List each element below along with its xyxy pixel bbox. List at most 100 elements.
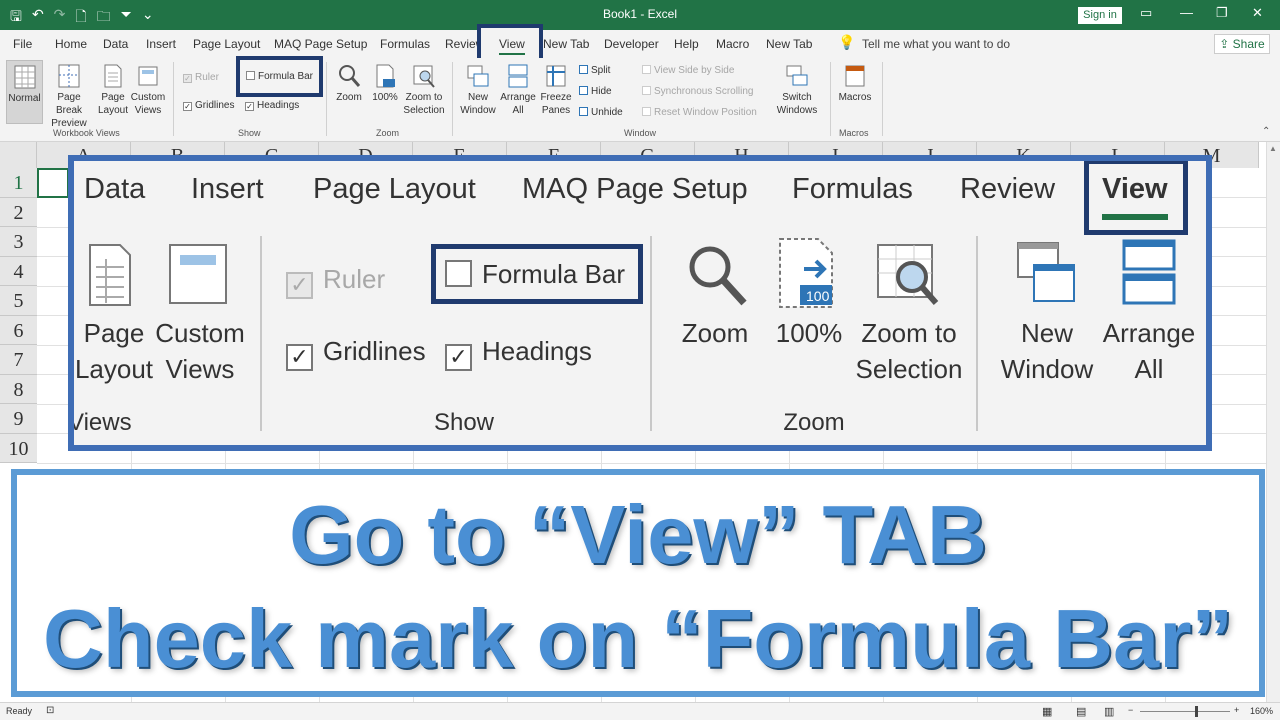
new-window-icon — [467, 65, 489, 87]
gridlines-label: Gridlines — [195, 100, 235, 111]
gridlines-checkbox[interactable]: ✓ Gridlines — [183, 100, 234, 111]
zoom-new-label: New — [1020, 318, 1073, 348]
page-layout-view-button[interactable]: Page Layout — [98, 63, 128, 117]
tab-macro[interactable]: Macro — [716, 37, 749, 51]
row-header[interactable]: 5 — [0, 286, 37, 316]
zoom-selection-label: Selection — [855, 354, 963, 384]
page-break-view-icon[interactable]: ▥ — [1104, 705, 1114, 718]
row-header[interactable]: 10 — [0, 433, 37, 463]
zoom-100-label: 100% — [775, 318, 843, 348]
split-label: Split — [591, 65, 611, 76]
new-window-button[interactable]: New Window — [458, 63, 498, 117]
zoom-tab-review: Review — [960, 173, 1056, 205]
zoomed-ribbon-callout: Data Insert Page Layout MAQ Page Setup F… — [68, 155, 1212, 451]
arrange-all-button[interactable]: Arrange All — [498, 63, 538, 117]
tab-file[interactable]: File — [13, 37, 32, 51]
restore-icon[interactable]: ❐ — [1216, 5, 1228, 21]
custom-views-button[interactable]: Custom Views — [130, 63, 166, 117]
reset-pos-label: Reset Window Position — [654, 107, 757, 118]
select-all-corner[interactable] — [0, 142, 37, 168]
zoom-custom-label: Custom — [155, 318, 245, 348]
view-side-by-side-button[interactable]: View Side by Side — [642, 65, 734, 76]
row-header[interactable]: 3 — [0, 227, 37, 257]
status-bar: Ready ⊡ ▦ ▤ ▥ − + 160% — [0, 702, 1280, 720]
macros-label: Macros — [838, 92, 872, 103]
hide-button[interactable]: Hide — [579, 86, 612, 97]
zoom-zoom-to-label: Zoom to — [861, 318, 957, 348]
minimize-icon[interactable]: — — [1180, 5, 1193, 20]
formula-bar-highlight[interactable]: Formula Bar — [236, 56, 323, 97]
scroll-up-icon[interactable]: ▲ — [1269, 144, 1277, 153]
tab-page-layout[interactable]: Page Layout — [193, 37, 260, 51]
zoom-button[interactable]: Zoom — [334, 63, 364, 104]
vertical-scrollbar[interactable]: ▲ — [1266, 142, 1280, 702]
reset-window-position-button[interactable]: Reset Window Position — [642, 107, 757, 118]
zoom-100-label: 100% — [372, 92, 398, 103]
share-button[interactable]: ⇪ Share — [1214, 34, 1270, 54]
zoom-slider[interactable] — [1140, 706, 1230, 717]
active-cell[interactable] — [37, 168, 69, 198]
ribbon-display-icon[interactable]: ▭ — [1140, 5, 1152, 21]
row-header[interactable]: 7 — [0, 345, 37, 375]
tab-maq-page-setup[interactable]: MAQ Page Setup — [274, 37, 367, 51]
formula-bar-checkbox[interactable]: Formula Bar — [246, 71, 313, 82]
sign-in-button[interactable]: Sign in — [1078, 7, 1122, 24]
zoom-out-icon[interactable]: − — [1128, 705, 1133, 715]
zoom-tab-page-layout: Page Layout — [313, 173, 476, 205]
zoom-to-selection-label: Zoom to Selection — [844, 315, 974, 387]
unhide-button[interactable]: Unhide — [579, 107, 623, 118]
tab-view[interactable]: View — [499, 37, 525, 51]
headings-label: Headings — [257, 100, 300, 111]
split-button[interactable]: Split — [579, 65, 610, 76]
zoom-formula-bar-checkbox: Formula Bar — [445, 256, 625, 292]
hide-label: Hide — [591, 86, 612, 97]
freeze-panes-button[interactable]: Freeze Panes — [537, 63, 575, 117]
group-separator — [830, 62, 831, 136]
zoom-gridlines-checkbox: ✓ Gridlines — [286, 333, 426, 371]
tab-help[interactable]: Help — [674, 37, 699, 51]
page-layout-view-icon[interactable]: ▤ — [1076, 705, 1086, 718]
tab-formulas[interactable]: Formulas — [380, 37, 430, 51]
tell-me-search[interactable]: Tell me what you want to do — [862, 37, 1010, 51]
freeze-panes-icon — [546, 65, 566, 87]
zoom-level[interactable]: 160% — [1250, 706, 1273, 716]
collapse-ribbon-icon[interactable]: ⌃ — [1262, 126, 1270, 137]
row-header[interactable]: 1 — [0, 168, 37, 198]
zoom-layout-label: Layout — [74, 354, 154, 384]
custom-views-icon — [138, 66, 158, 86]
zoom-to-selection-button[interactable]: Zoom to Selection — [401, 63, 447, 117]
sync-scrolling-button[interactable]: Synchronous Scrolling — [642, 86, 754, 97]
group-label-macros: Macros — [839, 128, 869, 138]
macros-button[interactable]: Macros — [836, 63, 874, 104]
tab-new-tab[interactable]: New Tab — [543, 37, 589, 51]
normal-view-icon[interactable]: ▦ — [1042, 705, 1052, 718]
tab-new-tab-2[interactable]: New Tab — [766, 37, 812, 51]
sync-scroll-label: Synchronous Scrolling — [654, 86, 754, 97]
row-header[interactable]: 6 — [0, 315, 37, 345]
page-break-preview-button[interactable]: Page Break Preview — [44, 63, 94, 130]
grid-line — [37, 463, 1266, 464]
tab-developer[interactable]: Developer — [604, 37, 659, 51]
zoom-slider-thumb[interactable] — [1195, 706, 1198, 717]
tab-insert[interactable]: Insert — [146, 37, 176, 51]
tab-data[interactable]: Data — [103, 37, 128, 51]
zoom-arrange-all-label: Arrange All — [1094, 315, 1204, 387]
macro-record-icon[interactable]: ⊡ — [46, 705, 54, 716]
normal-view-button[interactable]: Normal — [6, 60, 43, 124]
row-header[interactable]: 4 — [0, 256, 37, 286]
ruler-checkbox[interactable]: ✓ Ruler — [183, 72, 219, 83]
zoom-page-layout-icon — [89, 244, 131, 306]
switch-windows-button[interactable]: Switch Windows — [768, 63, 826, 117]
page-layout-icon — [104, 64, 122, 88]
zoom-in-icon[interactable]: + — [1234, 705, 1239, 715]
headings-checkbox[interactable]: ✓ Headings — [245, 100, 299, 111]
row-header[interactable]: 9 — [0, 404, 37, 434]
row-header[interactable]: 2 — [0, 197, 37, 227]
zoom-new-window-label: New Window — [992, 315, 1102, 387]
tab-home[interactable]: Home — [55, 37, 87, 51]
row-header[interactable]: 8 — [0, 374, 37, 404]
ribbon: Normal Page Break Preview Page Layout Cu… — [0, 56, 1280, 142]
zoom-100-button[interactable]: 100% — [370, 63, 400, 104]
zoom-group-zoom-label: Zoom — [783, 409, 845, 436]
close-icon[interactable]: ✕ — [1252, 5, 1263, 21]
